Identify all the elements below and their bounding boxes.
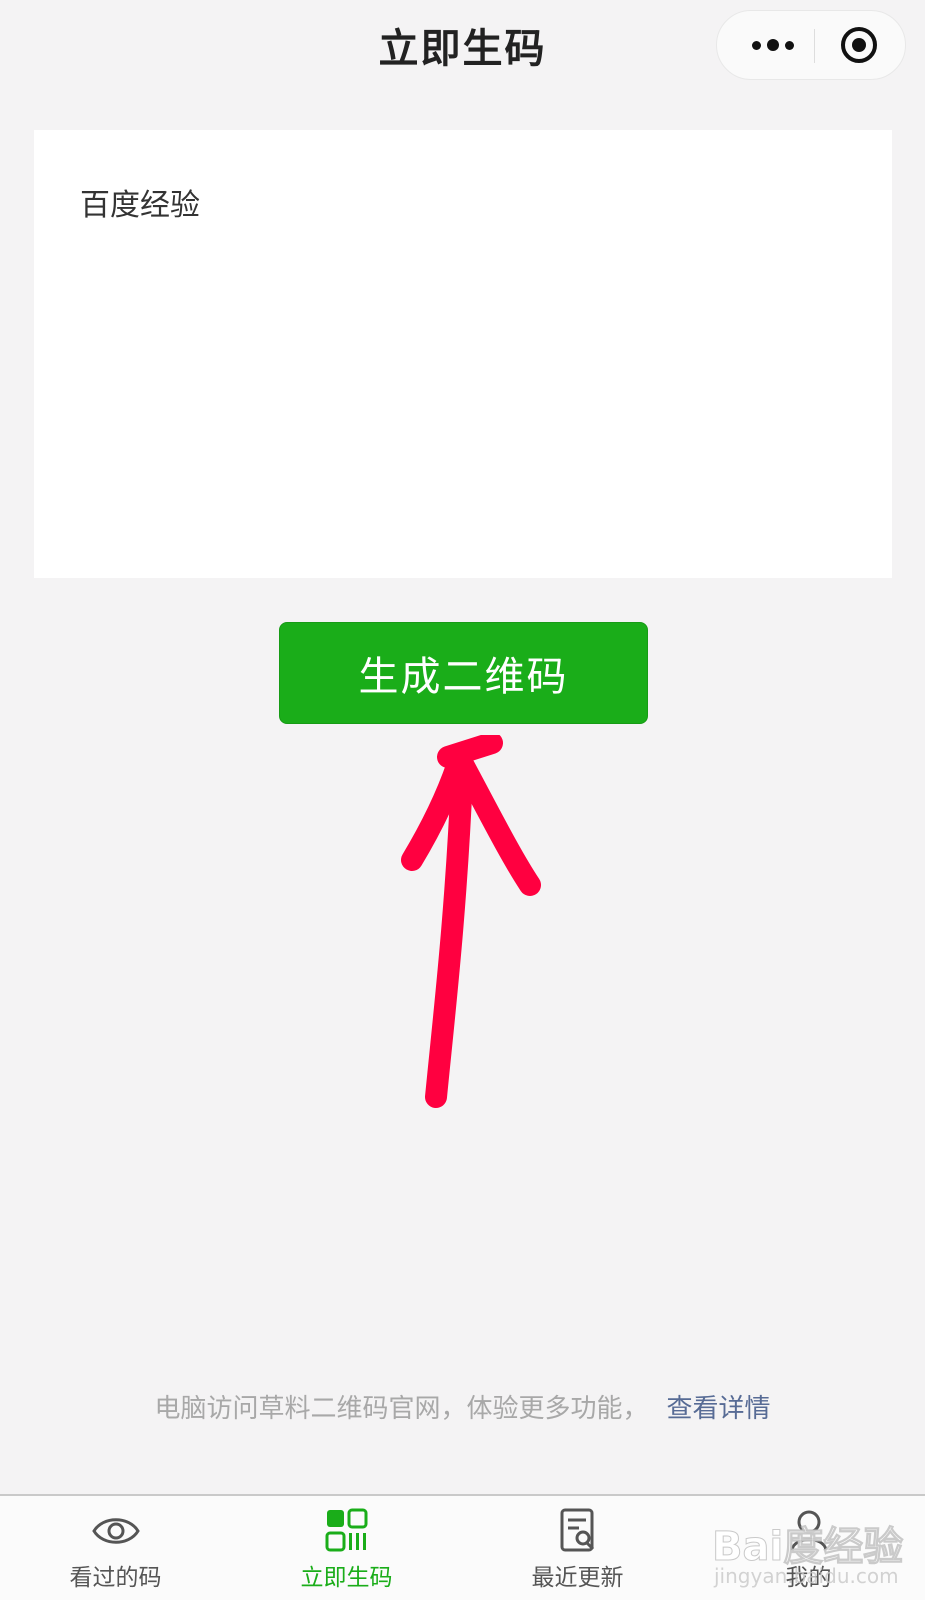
menu-capsule — [716, 10, 906, 80]
target-icon — [841, 27, 877, 63]
tab-label: 看过的码 — [69, 1565, 162, 1591]
close-miniprogram-button[interactable] — [839, 25, 879, 65]
footer-note-text: 电脑访问草料二维码官网，体验更多功能， — [154, 1394, 649, 1424]
tab-label: 我的 — [785, 1565, 832, 1591]
annotation-arrow-icon — [401, 735, 541, 1108]
qr-code-icon — [325, 1508, 367, 1552]
document-search-icon — [560, 1508, 594, 1552]
nav-header: 立即生码 — [0, 0, 925, 96]
content-input-value[interactable]: 百度经验 — [80, 180, 200, 224]
more-dot-icon — [785, 40, 794, 50]
tab-mine[interactable]: 我的 — [693, 1496, 924, 1600]
tab-viewed-codes[interactable]: 看过的码 — [0, 1496, 231, 1600]
tab-bar: 看过的码 立即生码 最近更新 我的 — [0, 1494, 925, 1600]
capsule-divider — [814, 29, 815, 63]
footer-note: 电脑访问草料二维码官网，体验更多功能， 查看详情 — [0, 1388, 925, 1425]
tab-label: 最近更新 — [531, 1565, 624, 1591]
tab-recent-updates[interactable]: 最近更新 — [462, 1496, 693, 1600]
more-dot-icon — [767, 39, 779, 51]
eye-icon — [91, 1518, 140, 1544]
content-input-area[interactable]: 百度经验 — [34, 130, 892, 578]
tab-generate-now[interactable]: 立即生码 — [231, 1496, 462, 1600]
generate-qr-button[interactable]: 生成二维码 — [279, 622, 648, 724]
view-details-link[interactable]: 查看详情 — [667, 1394, 771, 1424]
more-options-button[interactable] — [735, 11, 811, 79]
user-icon — [790, 1510, 827, 1551]
more-dot-icon — [752, 40, 761, 50]
tab-label: 立即生码 — [300, 1565, 393, 1591]
